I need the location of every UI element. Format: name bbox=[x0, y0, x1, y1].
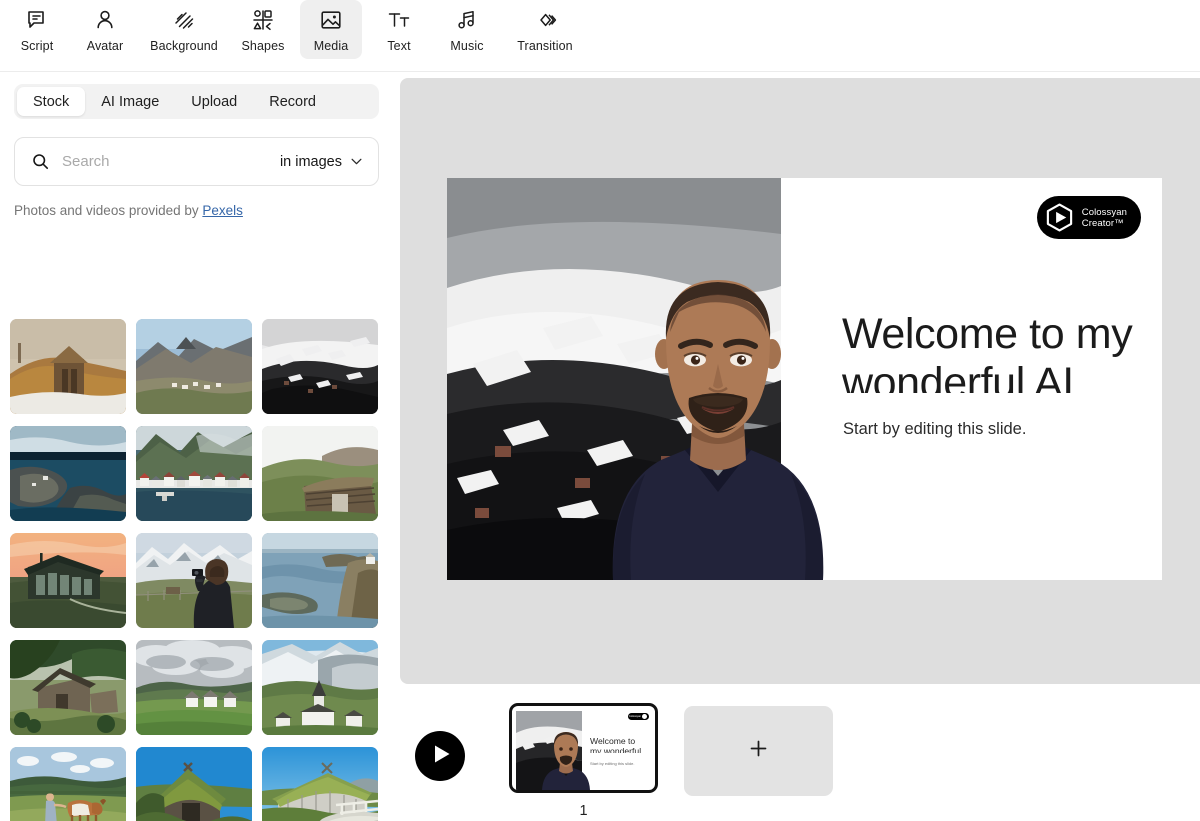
stock-thumbnail[interactable] bbox=[10, 747, 126, 821]
toolbar-label: Media bbox=[313, 39, 349, 53]
music-icon bbox=[455, 8, 479, 32]
colossyan-hex-play-logo bbox=[1044, 202, 1075, 233]
toolbar-label: Script bbox=[20, 39, 54, 53]
toolbar-label: Avatar bbox=[86, 39, 124, 53]
transition-icon bbox=[533, 8, 557, 32]
slide-canvas[interactable]: Welcome to my wonderful AI video Start b… bbox=[447, 178, 1162, 580]
slide-title[interactable]: Welcome to my wonderful AI video bbox=[842, 310, 1144, 393]
mini-logo-dot bbox=[642, 714, 647, 719]
toolbar-label: Music bbox=[450, 39, 484, 53]
stock-thumbnail[interactable] bbox=[136, 319, 252, 414]
slide-thumbnail-content: Welcome to my wonderful AI video Start b… bbox=[512, 706, 655, 790]
tab-label: Record bbox=[269, 93, 316, 110]
slide-subtitle[interactable]: Start by editing this slide. bbox=[843, 420, 1026, 439]
colossyan-watermark-badge: Colossyan Creator™ bbox=[1036, 196, 1141, 239]
stock-thumbnail[interactable] bbox=[262, 640, 378, 735]
mini-watermark-badge: Colossyan bbox=[627, 713, 649, 720]
stock-thumbnail[interactable] bbox=[10, 426, 126, 521]
play-button[interactable] bbox=[415, 731, 465, 781]
tab-label: AI Image bbox=[101, 93, 160, 110]
badge-line-1: Colossyan bbox=[1081, 206, 1127, 218]
preview-area: Welcome to my wonderful AI video Start b… bbox=[395, 72, 1200, 821]
play-icon bbox=[430, 744, 451, 769]
stock-thumbnail[interactable] bbox=[136, 747, 252, 821]
tab-stock[interactable]: Stock bbox=[17, 87, 86, 116]
add-slide-button[interactable] bbox=[684, 706, 833, 796]
attribution-prefix: Photos and videos provided by bbox=[14, 203, 203, 218]
background-icon bbox=[172, 8, 196, 32]
search-scope-dropdown[interactable]: in images bbox=[280, 154, 364, 170]
stock-image-grid bbox=[0, 309, 395, 821]
slide-timeline: Welcome to my wonderful AI video Start b… bbox=[395, 686, 1200, 821]
stock-thumbnail[interactable] bbox=[136, 533, 252, 628]
toolbar-item-text[interactable]: Text bbox=[368, 0, 430, 59]
badge-line-2: Creator™ bbox=[1081, 217, 1124, 229]
media-tab-bar: Stock AI Image Upload Record bbox=[14, 84, 379, 119]
stock-thumbnail[interactable] bbox=[136, 640, 252, 735]
toolbar-item-media[interactable]: Media bbox=[300, 0, 362, 59]
toolbar-item-avatar[interactable]: Avatar bbox=[74, 0, 136, 59]
media-panel: Stock AI Image Upload Record in images bbox=[0, 72, 395, 821]
text-icon bbox=[387, 8, 411, 32]
slide-list-item: Welcome to my wonderful AI video Start b… bbox=[509, 703, 658, 819]
tab-record[interactable]: Record bbox=[253, 87, 332, 116]
search-icon bbox=[31, 152, 50, 171]
stock-thumbnail[interactable] bbox=[10, 640, 126, 735]
toolbar-label: Transition bbox=[517, 39, 573, 53]
mini-slide-subtitle: Start by editing this slide. bbox=[590, 761, 635, 766]
mini-badge-text: Colossyan bbox=[628, 715, 641, 718]
badge-text: Colossyan Creator™ bbox=[1082, 207, 1127, 229]
mini-avatar bbox=[530, 723, 602, 790]
stock-thumbnail[interactable] bbox=[10, 319, 126, 414]
stock-thumbnail[interactable] bbox=[10, 533, 126, 628]
stock-thumbnail[interactable] bbox=[136, 426, 252, 521]
toolbar-label: Background bbox=[150, 39, 218, 53]
search-input[interactable] bbox=[62, 153, 280, 170]
tab-ai-image[interactable]: AI Image bbox=[85, 87, 175, 116]
stock-thumbnail[interactable] bbox=[262, 747, 378, 821]
toolbar-item-music[interactable]: Music bbox=[436, 0, 498, 59]
script-icon bbox=[25, 8, 49, 32]
toolbar-item-transition[interactable]: Transition bbox=[504, 0, 586, 59]
top-toolbar: Script Avatar Background Shapes Media Te… bbox=[0, 0, 1200, 72]
slide-thumbnail-1[interactable]: Welcome to my wonderful AI video Start b… bbox=[509, 703, 658, 793]
add-slide-cell bbox=[684, 703, 833, 796]
plus-icon bbox=[748, 738, 769, 764]
toolbar-label: Text bbox=[387, 39, 411, 53]
tab-label: Stock bbox=[33, 93, 70, 110]
attribution-text: Photos and videos provided by Pexels bbox=[14, 203, 379, 218]
stock-thumbnail[interactable] bbox=[262, 533, 378, 628]
slide-number: 1 bbox=[579, 803, 588, 819]
avatar-icon bbox=[93, 8, 117, 32]
toolbar-label: Shapes bbox=[241, 39, 285, 53]
tab-label: Upload bbox=[191, 93, 238, 110]
toolbar-item-background[interactable]: Background bbox=[142, 0, 226, 59]
search-scope-label: in images bbox=[279, 153, 342, 170]
slide-list: Welcome to my wonderful AI video Start b… bbox=[509, 703, 833, 819]
stock-thumbnail[interactable] bbox=[262, 426, 378, 521]
chevron-down-icon bbox=[349, 154, 364, 169]
tab-upload[interactable]: Upload bbox=[175, 87, 253, 116]
toolbar-item-script[interactable]: Script bbox=[6, 0, 68, 59]
pexels-link[interactable]: Pexels bbox=[202, 203, 243, 218]
search-bar: in images bbox=[14, 137, 379, 186]
media-icon bbox=[319, 8, 343, 32]
stock-thumbnail[interactable] bbox=[262, 319, 378, 414]
shapes-icon bbox=[251, 8, 275, 32]
mini-slide-title: Welcome to my wonderful AI video bbox=[590, 736, 642, 753]
slide-stage: Welcome to my wonderful AI video Start b… bbox=[400, 78, 1200, 684]
toolbar-item-shapes[interactable]: Shapes bbox=[232, 0, 294, 59]
